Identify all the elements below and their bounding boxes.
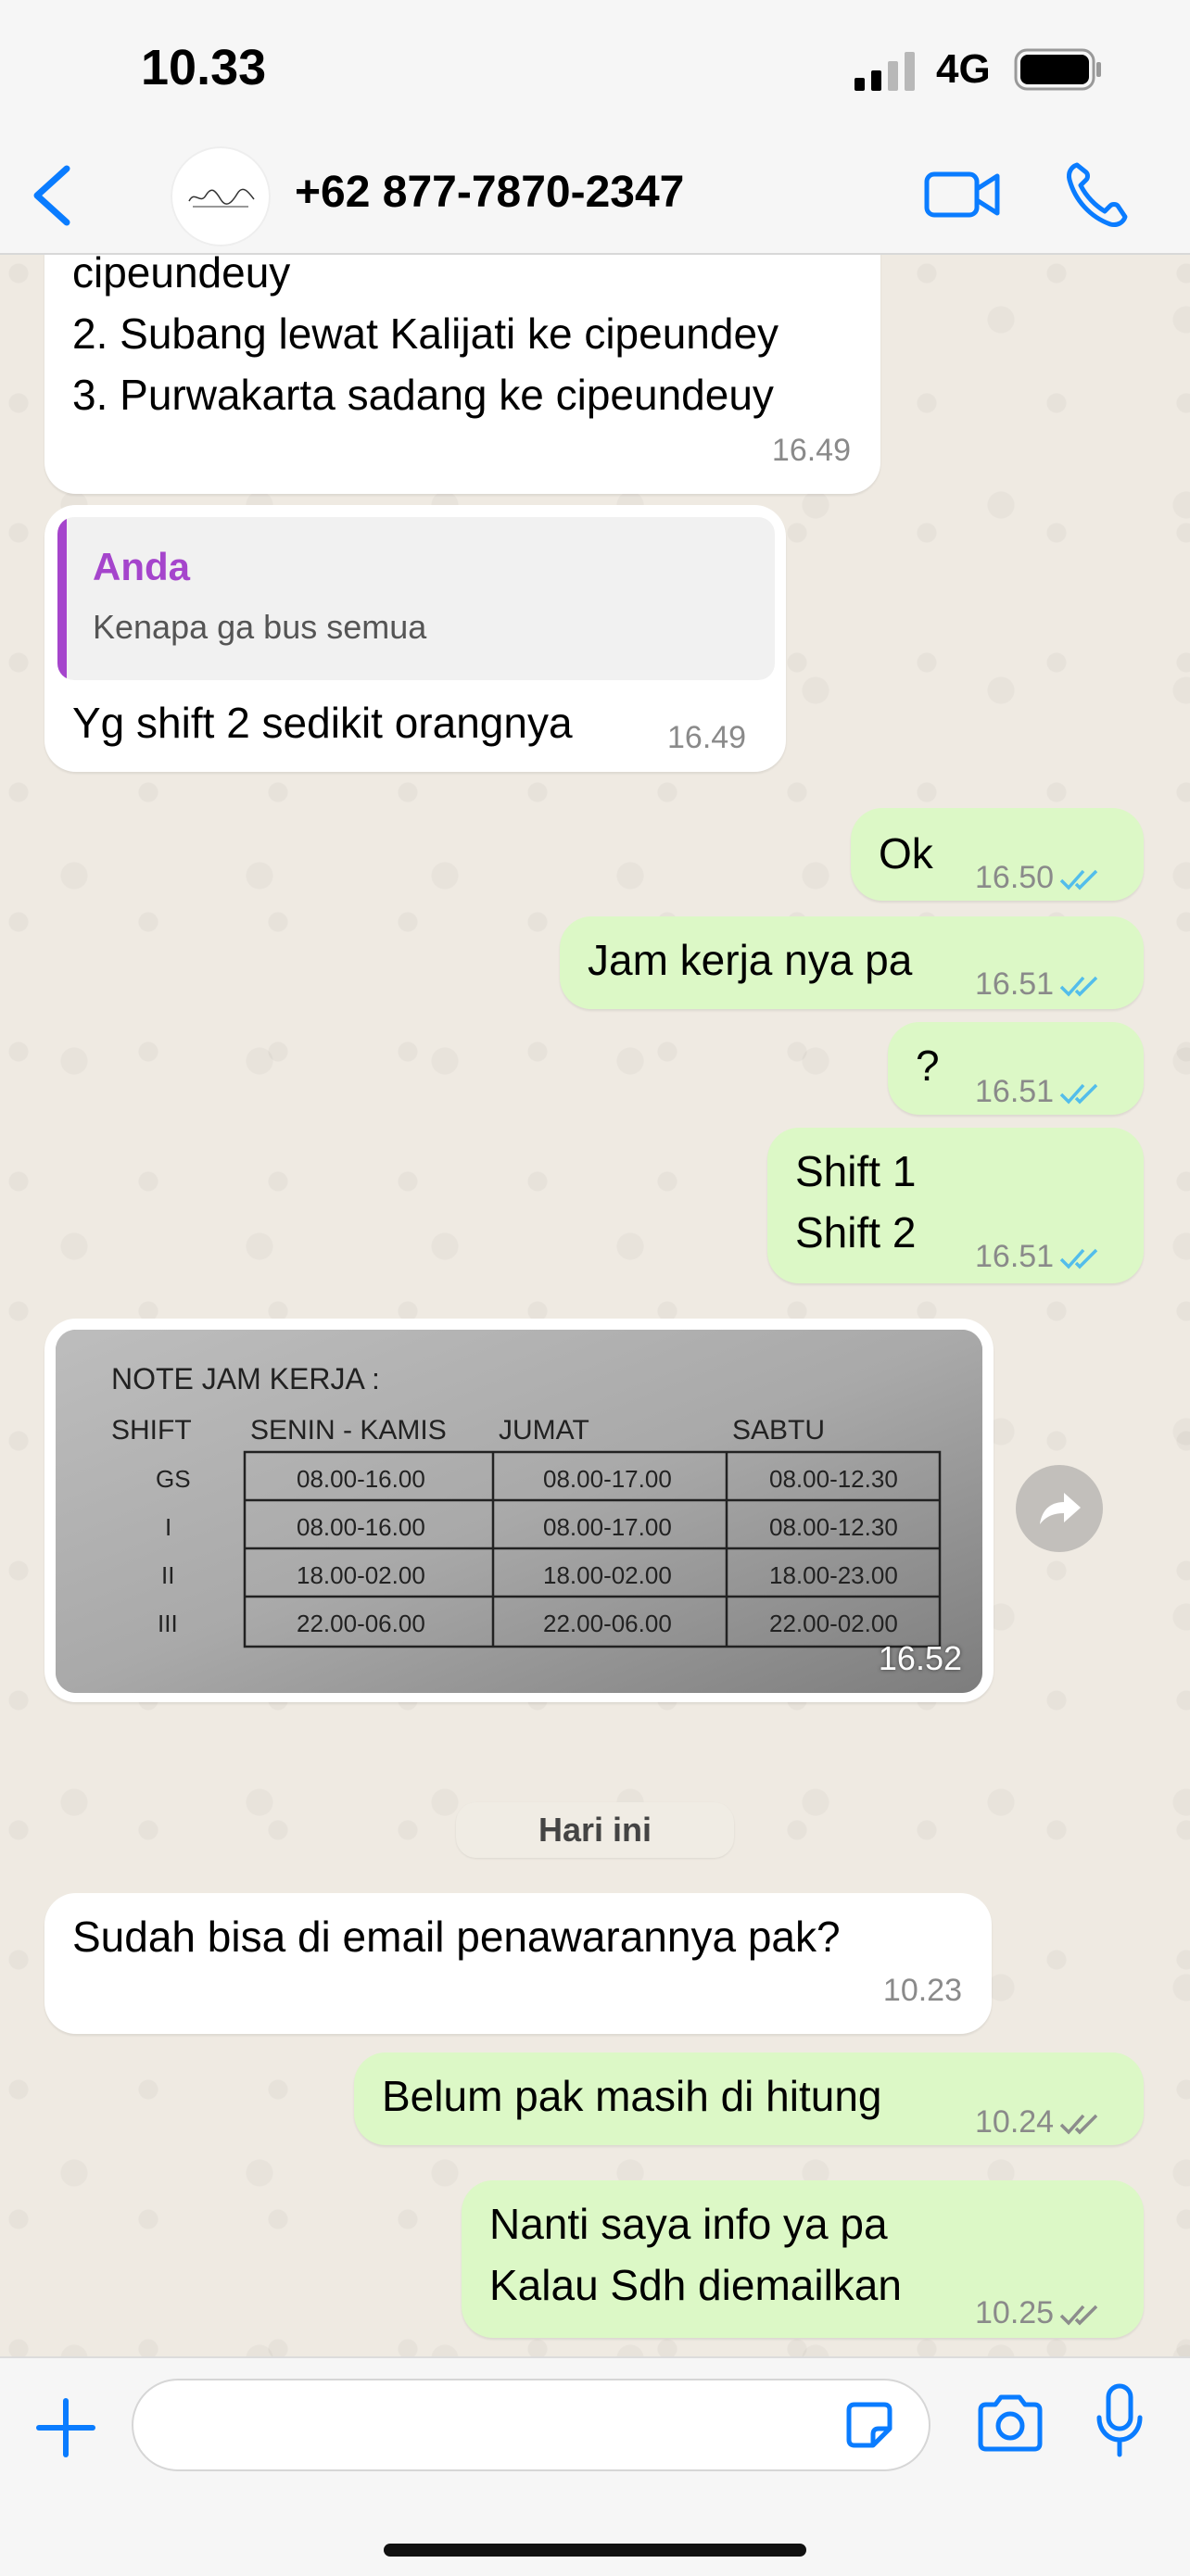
message-time: 16.51 xyxy=(975,1074,1055,1109)
message-time: 16.51 xyxy=(975,966,1055,1002)
photo-cell: II xyxy=(161,1561,174,1589)
photo-cell: 18.00-02.00 xyxy=(543,1561,672,1589)
message-text: ? xyxy=(916,1042,940,1090)
photo-cell: 18.00-02.00 xyxy=(297,1561,425,1589)
photo-cell: 22.00-02.00 xyxy=(769,1610,898,1637)
message-text-line: Shift 2 xyxy=(795,1208,917,1256)
message-text: Ok xyxy=(879,829,933,878)
photo-attachment[interactable]: NOTE JAM KERJA : SHIFT SENIN - KAMIS JUM… xyxy=(56,1330,982,1693)
photo-title: NOTE JAM KERJA : xyxy=(111,1362,380,1395)
photo-cell: III xyxy=(158,1610,178,1637)
read-ticks-icon xyxy=(1059,1083,1098,1105)
status-time: 10.33 xyxy=(141,40,267,95)
microphone-icon[interactable] xyxy=(1094,2382,1146,2460)
message-text: Jam kerja nya pa xyxy=(588,936,913,984)
photo-cell: 08.00-12.30 xyxy=(769,1513,898,1541)
message-time: 16.49 xyxy=(667,720,747,755)
photo-cell: 08.00-17.00 xyxy=(543,1465,672,1493)
network-type: 4G xyxy=(936,46,991,92)
forward-arrow-icon xyxy=(1040,1493,1081,1524)
contact-name[interactable]: +62 877-7870-2347 xyxy=(295,167,684,218)
photo-header-senin: SENIN - KAMIS xyxy=(250,1415,447,1446)
battery-icon xyxy=(1014,48,1101,91)
signal-icon xyxy=(855,52,915,91)
avatar-signature-logo xyxy=(188,188,255,208)
date-separator: Hari ini xyxy=(456,1802,734,1858)
photo-cell: 08.00-12.30 xyxy=(769,1465,898,1493)
message-time: 16.50 xyxy=(975,860,1055,895)
delivered-ticks-icon xyxy=(1059,2305,1098,2326)
message-text: Belum pak masih di hitung xyxy=(382,2072,882,2120)
work-schedule-photo: NOTE JAM KERJA : SHIFT SENIN - KAMIS JUM… xyxy=(56,1330,982,1693)
message-time: 16.49 xyxy=(771,433,851,468)
delivered-ticks-icon xyxy=(1059,2114,1098,2135)
composer-bar xyxy=(0,2356,1190,2576)
read-ticks-icon xyxy=(1059,976,1098,997)
video-call-icon[interactable] xyxy=(923,165,1001,224)
message-time: 10.25 xyxy=(975,2295,1055,2330)
forward-button[interactable] xyxy=(1016,1465,1103,1552)
photo-cell: I xyxy=(165,1513,171,1541)
outgoing-message[interactable]: Ok 16.50 xyxy=(851,808,1144,901)
home-indicator[interactable] xyxy=(384,2544,806,2557)
message-text-line: Shift 1 xyxy=(795,1147,917,1195)
quote-accent-bar xyxy=(57,517,67,680)
back-chevron-icon[interactable] xyxy=(30,163,74,228)
phone-call-icon[interactable] xyxy=(1064,159,1129,230)
incoming-message[interactable]: Sudah bisa di email penawarannya pak? 10… xyxy=(44,1893,992,2034)
photo-cell: 08.00-17.00 xyxy=(543,1513,672,1541)
photo-cell: 22.00-06.00 xyxy=(297,1610,425,1637)
chat-area[interactable]: cipeundeuy 2. Subang lewat Kalijati ke c… xyxy=(0,255,1190,2356)
message-text: Yg shift 2 sedikit orangnya xyxy=(72,699,573,747)
outgoing-message[interactable]: ? 16.51 xyxy=(888,1022,1144,1115)
quoted-message[interactable]: Anda Kenapa ga bus semua xyxy=(57,517,775,680)
message-text-line: 3. Purwakarta sadang ke cipeundeuy xyxy=(72,371,774,419)
camera-icon[interactable] xyxy=(975,2390,1045,2455)
quote-text: Kenapa ga bus semua xyxy=(93,608,427,646)
message-input[interactable] xyxy=(132,2379,930,2471)
chat-header: +62 877-7870-2347 xyxy=(0,139,1190,255)
photo-header-shift: SHIFT xyxy=(111,1415,192,1446)
message-text-line: 2. Subang lewat Kalijati ke cipeundey xyxy=(72,309,779,358)
quote-author: Anda xyxy=(93,545,190,588)
photo-cell: 22.00-06.00 xyxy=(543,1610,672,1637)
read-ticks-icon xyxy=(1059,1248,1098,1269)
message-text-line: cipeundeuy xyxy=(72,255,291,297)
incoming-message[interactable]: cipeundeuy 2. Subang lewat Kalijati ke c… xyxy=(44,255,880,494)
message-text-line: Kalau Sdh diemailkan xyxy=(489,2261,902,2309)
message-time: 10.24 xyxy=(975,2104,1055,2140)
message-time: 16.52 xyxy=(878,1639,962,1677)
outgoing-message[interactable]: Jam kerja nya pa 16.51 xyxy=(560,916,1144,1009)
photo-header-sabtu: SABTU xyxy=(732,1415,825,1446)
photo-cell: 08.00-16.00 xyxy=(297,1465,425,1493)
message-text: Sudah bisa di email penawarannya pak? xyxy=(72,1913,841,1961)
outgoing-message[interactable]: Shift 1 Shift 2 16.51 xyxy=(767,1128,1144,1283)
contact-avatar[interactable] xyxy=(171,146,271,246)
photo-cell: GS xyxy=(156,1465,191,1493)
message-text-line: Nanti saya info ya pa xyxy=(489,2200,888,2248)
sticker-icon[interactable] xyxy=(842,2397,897,2453)
photo-header-jumat: JUMAT xyxy=(499,1415,589,1446)
photo-cell: 18.00-23.00 xyxy=(769,1561,898,1589)
message-time: 16.51 xyxy=(975,1239,1055,1274)
outgoing-message[interactable]: Nanti saya info ya pa Kalau Sdh diemailk… xyxy=(462,2180,1144,2338)
status-bar: 10.33 4G xyxy=(0,0,1190,139)
plus-icon[interactable] xyxy=(33,2395,98,2460)
read-ticks-icon xyxy=(1059,869,1098,890)
message-time: 10.23 xyxy=(882,1973,962,2008)
outgoing-message[interactable]: Belum pak masih di hitung 10.24 xyxy=(354,2052,1144,2145)
photo-cell: 08.00-16.00 xyxy=(297,1513,425,1541)
